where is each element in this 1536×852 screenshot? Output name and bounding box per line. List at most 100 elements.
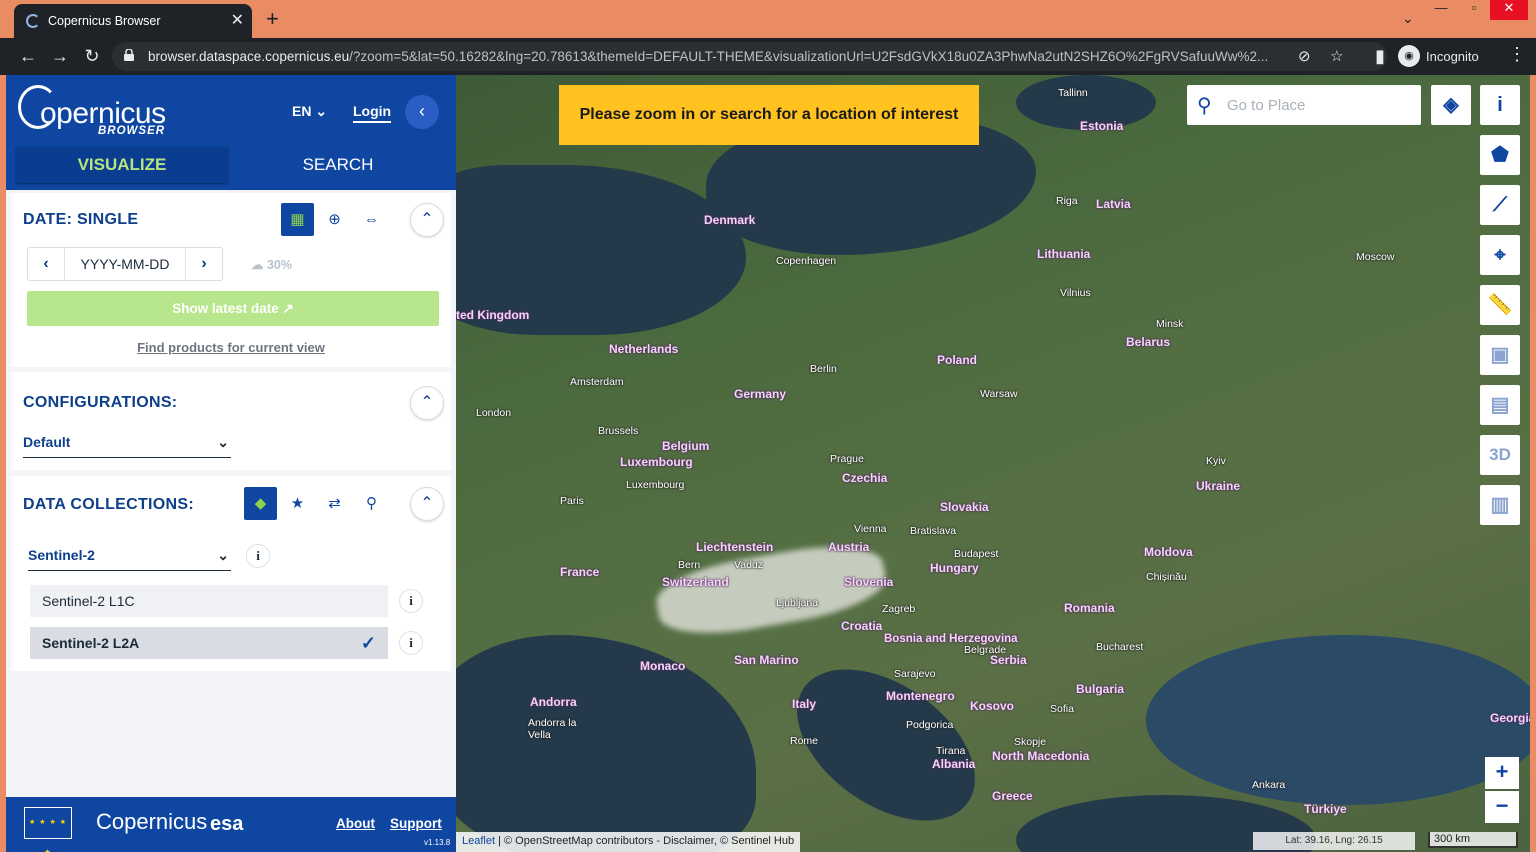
map-city: Bern (678, 559, 701, 571)
map-label: Ukraine (1196, 479, 1241, 493)
layers-stack-icon[interactable]: ◆ (244, 487, 277, 520)
map-label: Bulgaria (1076, 682, 1125, 696)
layer-row-l2a[interactable]: Sentinel-2 L2A ✓ (30, 627, 388, 659)
bookmark-star-icon[interactable]: ☆ (1330, 47, 1343, 65)
collection-info-icon[interactable]: i (246, 544, 270, 568)
logo-subtitle: BROWSER (98, 125, 166, 137)
browser-toolbar: ← → ↻ browser.dataspace.copernicus.eu/?z… (0, 38, 1536, 75)
black-sea (1146, 635, 1530, 805)
find-products-link[interactable]: Find products for current view (11, 340, 451, 355)
data-collections-panel: DATA COLLECTIONS: ◆ ★ ⇄ ⚲ ⌃ Sentinel-2 ⌄… (11, 476, 451, 671)
date-panel: DATE: SINGLE ▦ ⊕ ⇔ ⌃ ‹ YYYY-MM-DD › ☁ 30… (11, 193, 451, 367)
date-range-calendar-icon[interactable]: ⇔ (355, 203, 388, 236)
layer-l1c-info-icon[interactable]: i (399, 589, 423, 613)
close-tab-icon[interactable]: ✕ (231, 10, 244, 30)
ruler-measure-icon[interactable]: 📏 (1480, 285, 1520, 325)
layer-l2a-info-icon[interactable]: i (399, 631, 423, 655)
next-date-button[interactable]: › (186, 248, 222, 280)
login-link[interactable]: Login (353, 103, 392, 123)
map-label: Germany (734, 387, 787, 401)
leaflet-link[interactable]: Leaflet (462, 835, 495, 847)
chevron-up-icon: ⌃ (420, 495, 434, 512)
date-input[interactable]: YYYY-MM-DD (64, 248, 186, 280)
layer-label: Sentinel-2 L1C (42, 593, 135, 609)
incognito-indicator[interactable]: ◉ Incognito (1398, 44, 1479, 68)
scale-bar: 300 km (1428, 832, 1518, 848)
version-label: v1.13.8 (424, 838, 451, 847)
info-icon[interactable]: i (1480, 85, 1520, 125)
forward-icon[interactable]: → (48, 44, 72, 68)
go-to-place-input[interactable] (1227, 93, 1407, 117)
map-label: Kosovo (970, 699, 1015, 713)
main-tabs: VISUALIZE SEARCH (6, 145, 456, 190)
tab-search[interactable]: SEARCH (238, 147, 438, 183)
collapse-data-collections-button[interactable]: ⌃ (410, 487, 444, 521)
support-link[interactable]: Support (390, 816, 442, 831)
back-icon[interactable]: ← (16, 44, 40, 68)
map-city: Bucharest (1096, 641, 1144, 653)
layers-icon[interactable]: ◈ (1431, 85, 1471, 125)
single-date-calendar-icon[interactable]: ▦ (281, 203, 314, 236)
collapse-sidebar-button[interactable]: ‹ (405, 95, 439, 129)
go-to-place-search: ⚲ (1187, 85, 1421, 125)
configurations-panel: CONFIGURATIONS: ⌃ Default ⌄ (11, 372, 451, 470)
statistics-chart-icon[interactable]: ▥ (1480, 485, 1520, 525)
map-city: Rome (790, 735, 819, 747)
chevron-down-icon: ⌄ (217, 434, 229, 450)
browser-tab[interactable]: Copernicus Browser ✕ (14, 4, 252, 38)
map-label: Croatia (841, 619, 883, 633)
chevron-down-icon: ⌄ (315, 103, 328, 119)
tracking-protection-icon[interactable]: ⊘ (1298, 47, 1311, 65)
language-selector[interactable]: EN ⌄ (292, 103, 327, 120)
new-tab-icon[interactable]: + (266, 6, 279, 32)
show-latest-date-button[interactable]: Show latest date ↗ (27, 291, 439, 326)
layer-label: Sentinel-2 L2A (42, 635, 140, 651)
eu-flag-logo: ★ ★ ★ ★ ★ (24, 807, 72, 852)
favorites-star-icon[interactable]: ★ (281, 487, 314, 520)
previous-date-button[interactable]: ‹ (28, 248, 64, 280)
map-label: Netherlands (609, 342, 679, 356)
location-pin-icon[interactable]: ⌖ (1480, 235, 1520, 275)
timelapse-film-icon[interactable]: ▤ (1480, 385, 1520, 425)
tab-title: Copernicus Browser (48, 14, 161, 28)
about-link[interactable]: About (336, 816, 375, 831)
map-city: Vilnius (1060, 287, 1091, 299)
map-city: Prague (830, 453, 864, 465)
search-icon: ⚲ (1197, 95, 1212, 117)
copernicus-favicon-icon (26, 14, 40, 28)
tab-visualize[interactable]: VISUALIZE (16, 147, 228, 183)
cloud-coverage[interactable]: ☁ 30% (251, 257, 292, 272)
configuration-select[interactable]: Default ⌄ (23, 434, 231, 458)
collapse-configurations-button[interactable]: ⌃ (410, 386, 444, 420)
map-label: Moldova (1144, 545, 1193, 559)
three-d-view-button[interactable]: 3D (1480, 435, 1520, 475)
window-close-icon[interactable]: ✕ (1490, 0, 1528, 20)
map-city: Minsk (1156, 318, 1184, 330)
collapse-date-panel-button[interactable]: ⌃ (410, 203, 444, 237)
polygon-tool-icon[interactable]: ⬟ (1480, 135, 1520, 175)
image-download-icon[interactable]: ▣ (1480, 335, 1520, 375)
maximize-icon[interactable]: ▫ (1455, 0, 1493, 20)
side-panel-icon[interactable]: ▮ (1368, 44, 1392, 68)
browser-menu-icon[interactable]: ⋮ (1508, 44, 1526, 65)
address-bar[interactable]: browser.dataspace.copernicus.eu/?zoom=5&… (112, 42, 1387, 71)
zoom-in-button[interactable]: + (1485, 757, 1519, 789)
map-city: Budapest (954, 548, 999, 560)
zoom-out-button[interactable]: − (1485, 791, 1519, 823)
map-city: Andorra la Vella (528, 717, 577, 741)
map-label: Georgia (1490, 711, 1530, 725)
compare-arrows-icon[interactable]: ⇄ (318, 487, 351, 520)
map-city: Tallinn (1058, 87, 1088, 99)
collection-select[interactable]: Sentinel-2 ⌄ (28, 547, 231, 571)
map-city: London (476, 407, 512, 419)
reload-icon[interactable]: ↻ (80, 44, 104, 68)
pin-icon[interactable]: ⚲ (355, 487, 388, 520)
map-label: Romania (1064, 601, 1115, 615)
globe-mosaic-icon[interactable]: ⊕ (318, 203, 351, 236)
map-view[interactable]: Estonia Latvia Lithuania Denmark Belarus… (456, 75, 1530, 852)
map-label: Andorra (530, 695, 577, 709)
layer-row-l1c[interactable]: Sentinel-2 L1C (30, 585, 388, 617)
map-label: Türkiye (1304, 802, 1347, 816)
line-tool-icon[interactable]: ⟋ (1480, 185, 1520, 225)
tab-search-chevron-icon[interactable]: ⌄ (1402, 10, 1414, 27)
